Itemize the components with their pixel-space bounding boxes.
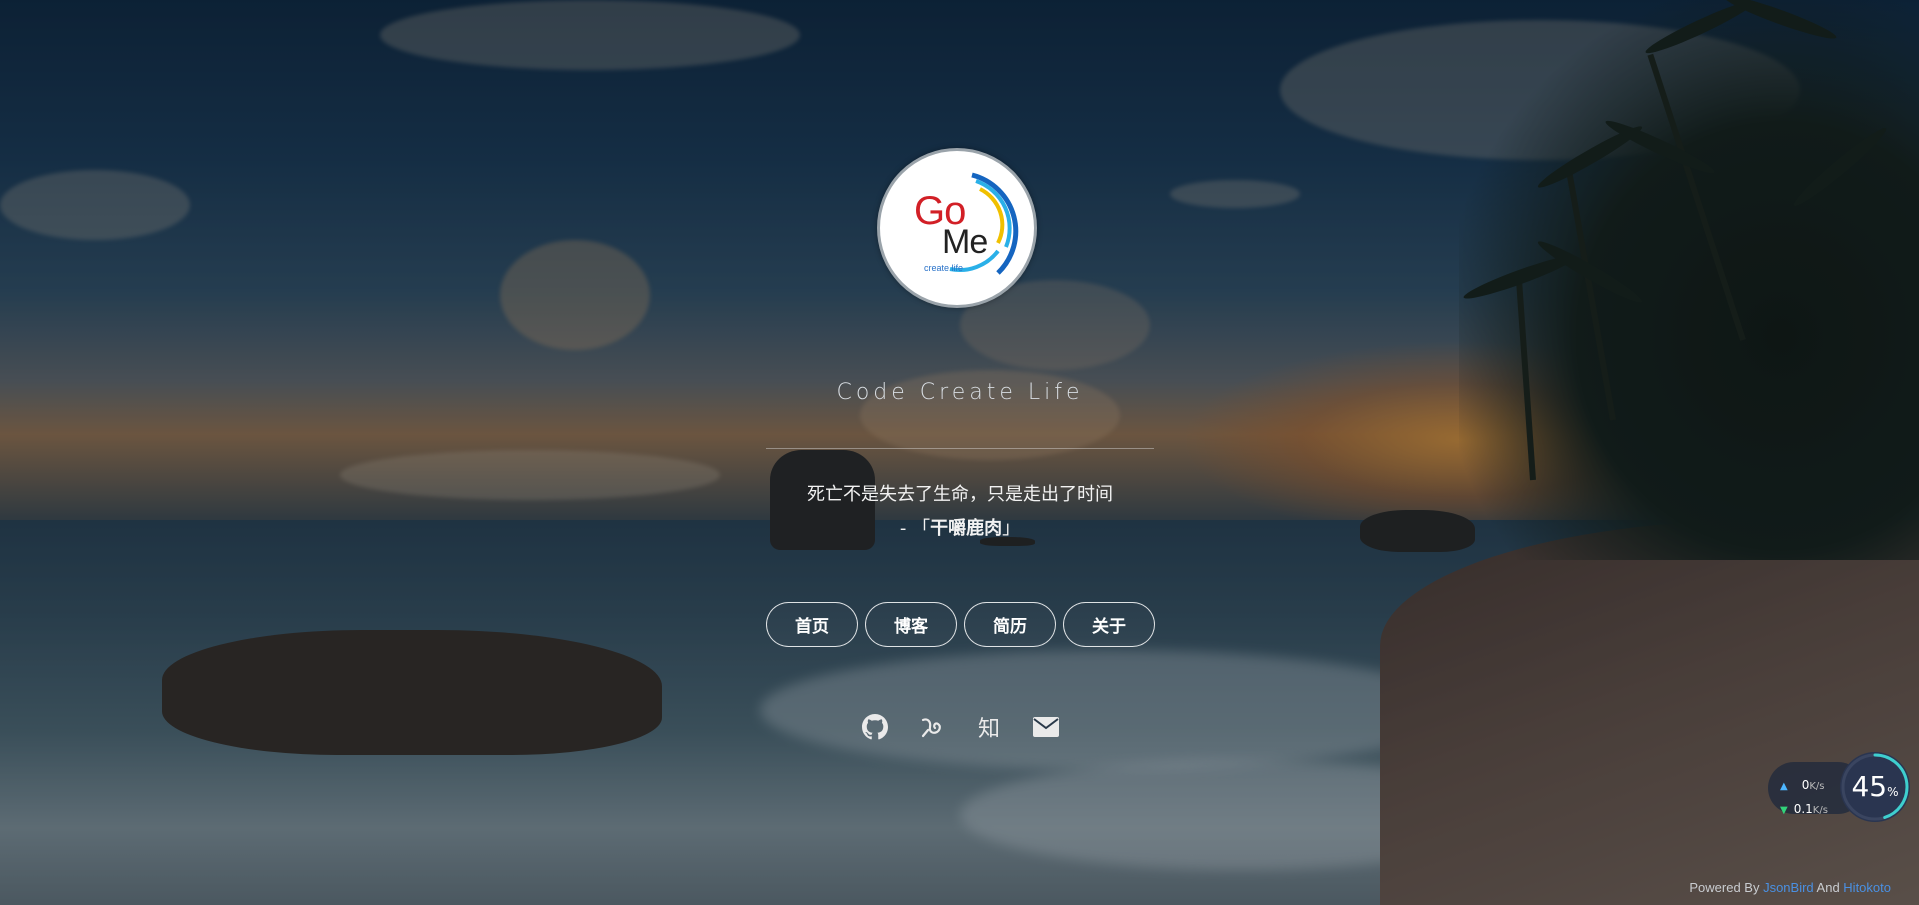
hitokoto-link[interactable]: Hitokoto bbox=[1843, 880, 1891, 895]
github-icon[interactable] bbox=[860, 712, 890, 742]
quote-author-prefix: - 「 bbox=[899, 518, 931, 539]
download-arrow-icon: ▼ bbox=[1780, 805, 1788, 816]
quote-author-name: 干嚼鹿肉 bbox=[930, 518, 1003, 539]
download-value: 0.1 bbox=[1793, 802, 1813, 816]
nav-buttons: 首页 博客 简历 关于 bbox=[766, 602, 1155, 647]
resume-button[interactable]: 简历 bbox=[964, 602, 1056, 647]
jsonbird-link[interactable]: JsonBird bbox=[1763, 880, 1814, 895]
background-image bbox=[0, 0, 1919, 905]
avatar-logo: Go Me create life bbox=[877, 148, 1037, 308]
site-title: Code Create Life bbox=[836, 380, 1084, 405]
memory-gauge: 45% bbox=[1840, 752, 1910, 822]
quote-text: 死亡不是失去了生命，只是走出了时间 bbox=[807, 484, 1113, 505]
footer-middle: And bbox=[1813, 880, 1844, 895]
dark-overlay bbox=[0, 0, 1919, 905]
social-links: 知 bbox=[860, 712, 1061, 742]
footer-credit: Powered By JsonBird And Hitokoto bbox=[1689, 880, 1891, 895]
download-speed: ▼ 0.1K/s bbox=[1780, 802, 1828, 816]
upload-arrow-icon: ▲ bbox=[1780, 781, 1788, 792]
zhihu-icon[interactable]: 知 bbox=[974, 712, 1004, 742]
upload-speed: ▲ 0K/s bbox=[1780, 778, 1824, 792]
mail-icon[interactable] bbox=[1031, 712, 1061, 742]
logo-text-me: Me bbox=[942, 223, 988, 261]
about-button[interactable]: 关于 bbox=[1063, 602, 1155, 647]
percent-unit: % bbox=[1887, 785, 1899, 799]
quote-author-suffix: 」 bbox=[1002, 518, 1021, 539]
blog-button[interactable]: 博客 bbox=[865, 602, 957, 647]
upload-unit: K/s bbox=[1809, 781, 1825, 792]
footer-prefix: Powered By bbox=[1689, 880, 1764, 895]
yuque-icon[interactable] bbox=[917, 712, 947, 742]
network-speed-widget[interactable]: ▲ 0K/s ▼ 0.1K/s 45% bbox=[1768, 752, 1910, 822]
home-button[interactable]: 首页 bbox=[766, 602, 858, 647]
logo-text-sub: create life bbox=[924, 263, 964, 273]
percent-value: 45 bbox=[1851, 770, 1888, 803]
download-unit: K/s bbox=[1812, 805, 1828, 816]
memory-percent: 45% bbox=[1840, 770, 1910, 803]
divider bbox=[766, 448, 1154, 449]
quote-author: - 「干嚼鹿肉」 bbox=[700, 514, 1220, 540]
